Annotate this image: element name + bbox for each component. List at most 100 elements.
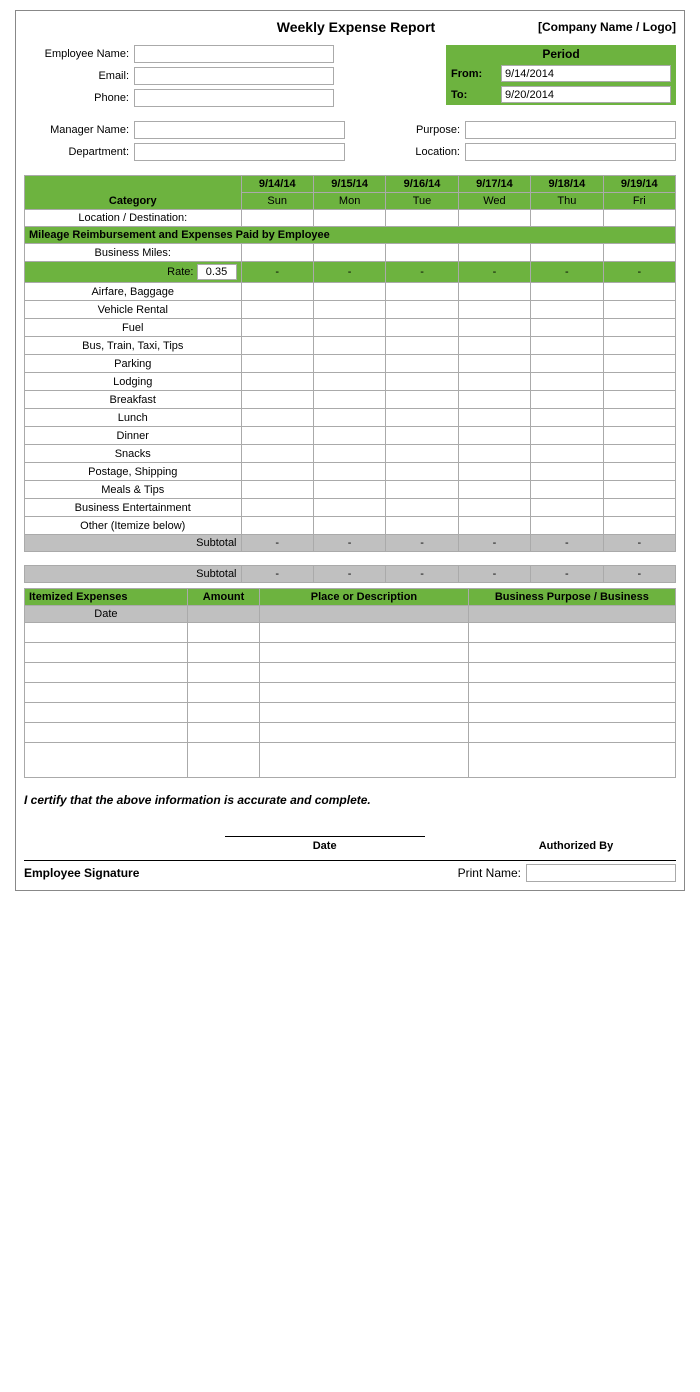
- subtotal-row-2: Subtotal - - - - - -: [25, 566, 676, 583]
- row-label-lodging: Lodging: [25, 373, 242, 391]
- period-from-value: 9/14/2014: [501, 65, 671, 82]
- sub2-fri: -: [603, 566, 675, 583]
- row-label-dinner: Dinner: [25, 427, 242, 445]
- miles-tue[interactable]: [386, 244, 458, 262]
- subtotal-label-1: Subtotal: [25, 535, 242, 552]
- page-title: Weekly Expense Report: [174, 19, 538, 35]
- row-label-meals: Meals & Tips: [25, 481, 242, 499]
- rate-mon: -: [313, 262, 385, 283]
- airfare-tue[interactable]: [386, 283, 458, 301]
- date-thu: 9/18/14: [531, 176, 603, 193]
- date-sun: 9/14/14: [241, 176, 313, 193]
- sub1-mon: -: [313, 535, 385, 552]
- itemized-expenses-label: Itemized Expenses: [25, 589, 188, 606]
- loc-sun[interactable]: [241, 210, 313, 227]
- loc-fri[interactable]: [603, 210, 675, 227]
- authorized-label: Authorized By: [476, 840, 676, 852]
- row-label-vehicle: Vehicle Rental: [25, 301, 242, 319]
- company-logo: [Company Name / Logo]: [538, 20, 676, 34]
- location-input[interactable]: [465, 143, 676, 161]
- loc-thu[interactable]: [531, 210, 603, 227]
- mileage-section-header: Mileage Reimbursement and Expenses Paid …: [25, 227, 676, 244]
- miles-thu[interactable]: [531, 244, 603, 262]
- employee-name-input[interactable]: [134, 45, 334, 63]
- airfare-thu[interactable]: [531, 283, 603, 301]
- date-mon: 9/15/14: [313, 176, 385, 193]
- list-item: [25, 723, 676, 743]
- rate-value[interactable]: 0.35: [197, 264, 237, 280]
- table-row: Airfare, Baggage: [25, 283, 676, 301]
- itemized-purpose-label: Business Purpose / Business: [468, 589, 675, 606]
- certify-text: I certify that the above information is …: [24, 793, 676, 807]
- sub1-fri: -: [603, 535, 675, 552]
- period-to-value: 9/20/2014: [501, 86, 671, 103]
- phone-input[interactable]: [134, 89, 334, 107]
- department-input[interactable]: [134, 143, 345, 161]
- day-sun: Sun: [241, 193, 313, 210]
- row-label-snacks: Snacks: [25, 445, 242, 463]
- row-label-parking: Parking: [25, 355, 242, 373]
- itemized-place-label: Place or Description: [260, 589, 468, 606]
- signature-section: Date Authorized By Employee Signature Pr…: [24, 817, 676, 882]
- list-item: [25, 663, 676, 683]
- table-row: Business Entertainment: [25, 499, 676, 517]
- itemized-amount-label: Amount: [187, 589, 259, 606]
- emp-sig-row: Employee Signature Print Name:: [24, 860, 676, 882]
- airfare-wed[interactable]: [458, 283, 530, 301]
- loc-mon[interactable]: [313, 210, 385, 227]
- purpose-input[interactable]: [465, 121, 676, 139]
- rate-thu: -: [531, 262, 603, 283]
- itemized-table: Itemized Expenses Amount Place or Descri…: [24, 588, 676, 778]
- airfare-mon[interactable]: [313, 283, 385, 301]
- table-row: Other (Itemize below): [25, 517, 676, 535]
- day-tue: Tue: [386, 193, 458, 210]
- email-input[interactable]: [134, 67, 334, 85]
- print-name-input[interactable]: [526, 864, 676, 882]
- itemized-date-header-row: Date: [25, 606, 676, 623]
- rate-label: Rate: 0.35: [25, 262, 242, 283]
- list-item: [25, 683, 676, 703]
- rate-wed: -: [458, 262, 530, 283]
- date-wed: 9/17/14: [458, 176, 530, 193]
- date-sig-line: [225, 817, 425, 837]
- sub2-tue: -: [386, 566, 458, 583]
- loc-tue[interactable]: [386, 210, 458, 227]
- from-label: From:: [451, 68, 501, 80]
- employee-name-label: Employee Name:: [24, 48, 134, 60]
- location-dest-label: Location / Destination:: [25, 210, 242, 227]
- sub2-wed: -: [458, 566, 530, 583]
- email-label: Email:: [24, 70, 134, 82]
- miles-wed[interactable]: [458, 244, 530, 262]
- emp-sig-label: Employee Signature: [24, 866, 139, 880]
- miles-mon[interactable]: [313, 244, 385, 262]
- expense-table: Category 9/14/14 9/15/14 9/16/14 9/17/14…: [24, 175, 676, 583]
- to-label: To:: [451, 89, 501, 101]
- purpose-label: Purpose:: [355, 124, 465, 136]
- row-label-postage: Postage, Shipping: [25, 463, 242, 481]
- loc-wed[interactable]: [458, 210, 530, 227]
- itemized-header-row: Itemized Expenses Amount Place or Descri…: [25, 589, 676, 606]
- manager-label: Manager Name:: [24, 124, 134, 136]
- sub1-sun: -: [241, 535, 313, 552]
- table-row: Vehicle Rental: [25, 301, 676, 319]
- table-row: Postage, Shipping: [25, 463, 676, 481]
- manager-input[interactable]: [134, 121, 345, 139]
- list-item: [25, 743, 676, 778]
- table-row: Snacks: [25, 445, 676, 463]
- date-label: Date: [225, 840, 425, 852]
- day-fri: Fri: [603, 193, 675, 210]
- row-label-lunch: Lunch: [25, 409, 242, 427]
- location-label: Location:: [355, 146, 465, 158]
- airfare-sun[interactable]: [241, 283, 313, 301]
- row-label-other: Other (Itemize below): [25, 517, 242, 535]
- phone-label: Phone:: [24, 92, 134, 104]
- date-fri: 9/19/14: [603, 176, 675, 193]
- table-row: Meals & Tips: [25, 481, 676, 499]
- rate-tue: -: [386, 262, 458, 283]
- miles-fri[interactable]: [603, 244, 675, 262]
- airfare-fri[interactable]: [603, 283, 675, 301]
- table-row: Bus, Train, Taxi, Tips: [25, 337, 676, 355]
- day-wed: Wed: [458, 193, 530, 210]
- miles-sun[interactable]: [241, 244, 313, 262]
- sub2-thu: -: [531, 566, 603, 583]
